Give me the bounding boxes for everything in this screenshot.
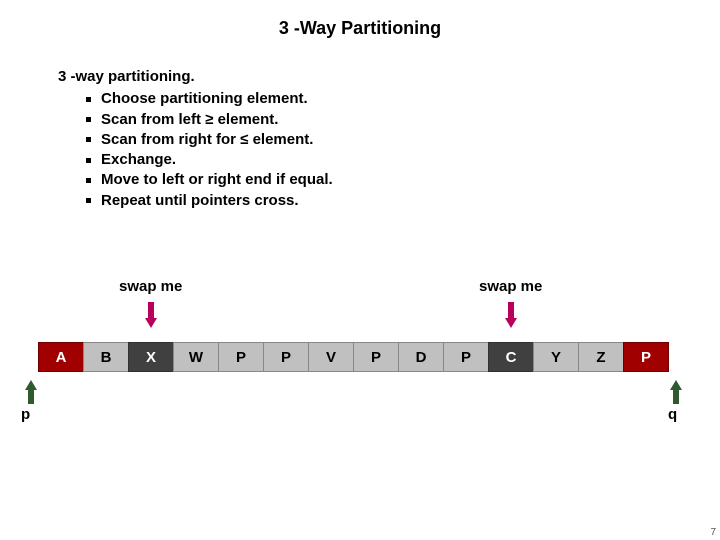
list-item: Choose partitioning element. [86,89,720,109]
array-cells: ABXWPPVPDPCYZP [38,342,669,372]
array-cell: A [38,342,84,372]
array-cell: B [83,342,129,372]
array-cell: C [488,342,534,372]
swap-left-label: swap me [119,278,182,295]
array-cell: P [443,342,489,372]
bullet-text: Move to left or right end if equal. [101,170,333,190]
bullet-text: Exchange. [101,150,176,170]
page-title: 3 -Way Partitioning [0,0,720,39]
arrow-down-icon [506,302,516,328]
swap-right-label: swap me [479,278,542,295]
section-heading: 3 -way partitioning. [58,67,720,87]
array-cell: D [398,342,444,372]
array-cell: P [263,342,309,372]
arrow-up-icon [670,380,682,404]
bullet-icon [86,117,91,122]
array-cell: P [353,342,399,372]
list-item: Scan from left ≥ element. [86,110,720,130]
array-cell: Z [578,342,624,372]
array-cell: P [218,342,264,372]
array-cell: V [308,342,354,372]
content-block: 3 -way partitioning. Choose partitioning… [0,39,720,211]
bullet-icon [86,97,91,102]
bullet-icon [86,178,91,183]
bullet-icon [86,158,91,163]
page-number: 7 [710,527,716,538]
list-item: Repeat until pointers cross. [86,191,720,211]
bullet-text: Repeat until pointers cross. [101,191,299,211]
pointer-p-label: p [21,406,30,423]
array-cell: Y [533,342,579,372]
arrow-down-icon [146,302,156,328]
bullet-icon [86,198,91,203]
bullet-text: Scan from left ≥ element. [101,110,278,130]
list-item: Exchange. [86,150,720,170]
bullet-list: Choose partitioning element. Scan from l… [58,87,720,211]
pointer-q-label: q [668,406,677,423]
array-cell: P [623,342,669,372]
bullet-text: Choose partitioning element. [101,89,308,109]
bullet-icon [86,137,91,142]
list-item: Move to left or right end if equal. [86,170,720,190]
list-item: Scan from right for ≤ element. [86,130,720,150]
arrow-up-icon [25,380,37,404]
bullet-text: Scan from right for ≤ element. [101,130,313,150]
array-cell: W [173,342,219,372]
array-cell: X [128,342,174,372]
